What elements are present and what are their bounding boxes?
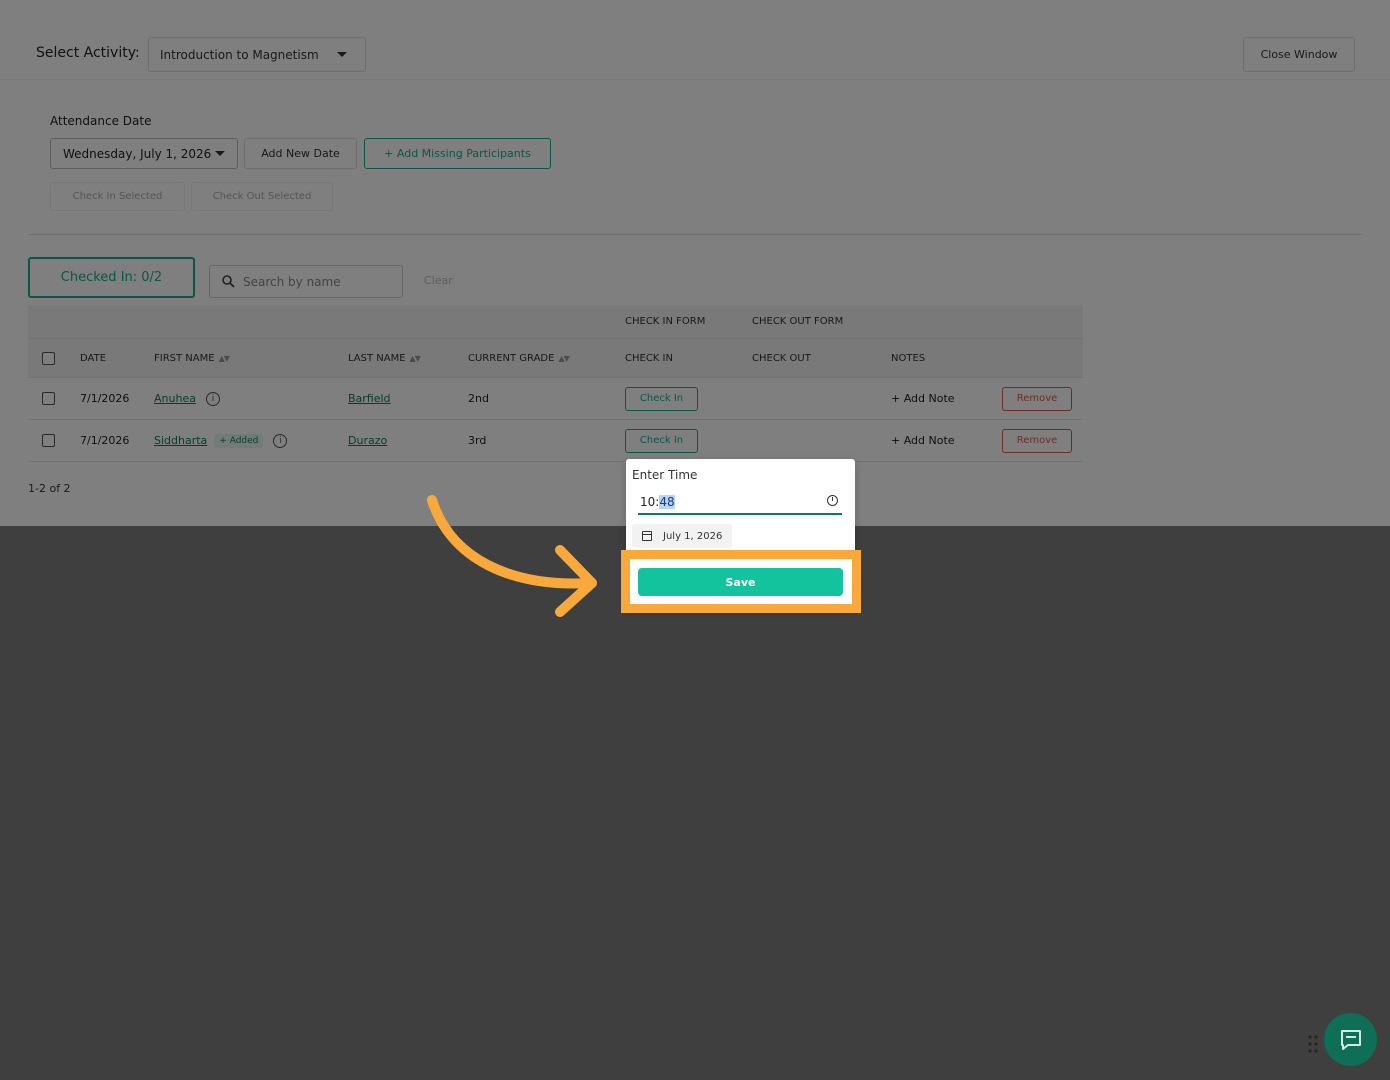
clear-search-link[interactable]: Clear: [424, 274, 453, 287]
calendar-icon: [642, 531, 652, 541]
check-in-column-header: CHECK IN: [625, 352, 673, 364]
clock-icon[interactable]: [827, 495, 838, 506]
chat-icon: [1340, 1029, 1361, 1050]
attendance-page: Select Activity: Introduction to Magneti…: [0, 0, 1390, 526]
time-minute-selected: 48: [659, 494, 675, 509]
search-input[interactable]: [243, 274, 383, 289]
select-all-checkbox[interactable]: [42, 351, 55, 365]
top-bar: Select Activity: Introduction to Magneti…: [0, 28, 1390, 80]
notes-column-header: NOTES: [891, 352, 926, 364]
check-out-form-header: CHECK OUT FORM: [752, 316, 844, 327]
added-badge: + Added: [214, 433, 264, 448]
table-row: 7/1/2026 Siddharta + Added i Durazo 3rd …: [28, 420, 1083, 462]
select-activity-label: Select Activity:: [36, 45, 140, 61]
add-note-link[interactable]: + Add Note: [891, 378, 955, 419]
remove-button[interactable]: Remove: [1002, 428, 1072, 453]
check-out-selected-button[interactable]: Check Out Selected: [191, 182, 333, 211]
row-checkbox[interactable]: [42, 392, 55, 405]
row-checkbox[interactable]: [42, 434, 55, 447]
sort-icon: ▲▼: [409, 353, 421, 363]
close-window-button[interactable]: Close Window: [1243, 37, 1355, 72]
first-name-header-label: FIRST NAME: [154, 352, 215, 364]
remove-button[interactable]: Remove: [1002, 386, 1072, 411]
caret-down-icon: [337, 52, 347, 57]
check-in-form-header: CHECK IN FORM: [625, 316, 706, 327]
search-box[interactable]: [209, 265, 403, 298]
info-icon[interactable]: i: [273, 433, 288, 448]
date-chip[interactable]: July 1, 2026: [632, 524, 732, 548]
chat-button[interactable]: [1324, 1013, 1377, 1066]
current-grade-column-header[interactable]: CURRENT GRADE ▲▼: [468, 339, 570, 377]
row-date: 7/1/2026: [80, 434, 130, 447]
arrow-annotation-icon: [427, 495, 597, 617]
row-grade: 2nd: [468, 392, 489, 405]
first-name-link[interactable]: Siddharta: [154, 434, 207, 447]
pagination-info: 1-2 of 2: [28, 482, 71, 495]
last-name-header-label: LAST NAME: [348, 352, 406, 364]
last-name-link[interactable]: Barfield: [348, 392, 391, 405]
row-date: 7/1/2026: [80, 392, 130, 405]
row-grade: 3rd: [468, 434, 487, 447]
first-name-link[interactable]: Anuhea: [154, 392, 196, 405]
enter-time-label: Enter Time: [632, 468, 698, 482]
info-icon[interactable]: i: [205, 391, 220, 406]
check-in-button[interactable]: Check In: [625, 428, 698, 453]
date-column-header: DATE: [80, 352, 107, 364]
activity-select-value: Introduction to Magnetism: [160, 47, 319, 62]
table-group-header: CHECK IN FORM CHECK OUT FORM: [28, 305, 1083, 338]
time-input[interactable]: 10: 48: [638, 490, 842, 515]
add-missing-participants-button[interactable]: + Add Missing Participants: [364, 138, 551, 169]
date-chip-label: July 1, 2026: [663, 530, 723, 542]
first-name-column-header[interactable]: FIRST NAME ▲▼: [154, 339, 230, 377]
sort-icon: ▲▼: [558, 353, 569, 363]
save-button[interactable]: Save: [638, 568, 843, 596]
last-name-link[interactable]: Durazo: [348, 434, 387, 447]
table-row: 7/1/2026 Anuhea i Barfield 2nd Check In …: [28, 378, 1083, 420]
add-new-date-button[interactable]: Add New Date: [244, 138, 357, 169]
checked-in-counter[interactable]: Checked In: 0/2: [28, 257, 195, 298]
time-hour: 10:: [640, 494, 660, 509]
attendance-date-value: Wednesday, July 1, 2026: [63, 146, 212, 161]
participants-table: CHECK IN FORM CHECK OUT FORM DATE FIRST …: [28, 305, 1083, 462]
check-in-selected-button[interactable]: Check In Selected: [50, 182, 185, 211]
add-note-link[interactable]: + Add Note: [891, 420, 955, 461]
check-out-column-header: CHECK OUT: [752, 352, 811, 364]
table-header: DATE FIRST NAME ▲▼ LAST NAME ▲▼ CURRENT …: [28, 338, 1083, 378]
current-grade-header-label: CURRENT GRADE: [468, 352, 555, 364]
caret-down-icon: [215, 151, 225, 156]
attendance-date-label: Attendance Date: [50, 114, 152, 128]
drag-handle-icon[interactable]: [1308, 1035, 1318, 1053]
check-in-button[interactable]: Check In: [625, 386, 698, 411]
search-icon: [222, 275, 235, 288]
divider: [28, 234, 1363, 235]
last-name-column-header[interactable]: LAST NAME ▲▼: [348, 339, 421, 377]
activity-select[interactable]: Introduction to Magnetism: [148, 37, 366, 72]
attendance-date-select[interactable]: Wednesday, July 1, 2026: [50, 138, 238, 169]
save-highlight: Save: [621, 550, 861, 613]
sort-icon: ▲▼: [218, 353, 230, 363]
